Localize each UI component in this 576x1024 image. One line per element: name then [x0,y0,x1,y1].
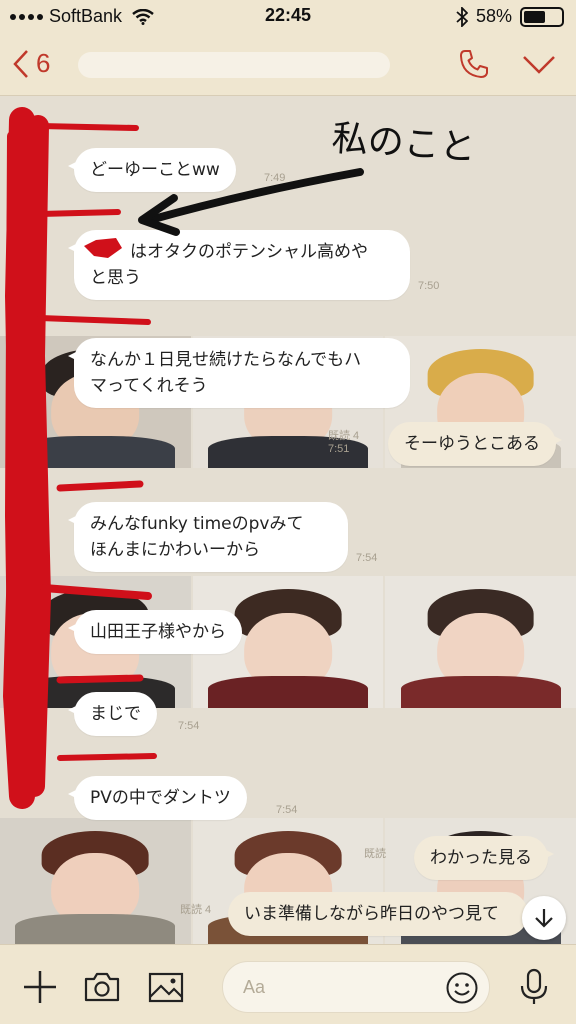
message-bubble[interactable]: わかった見る [414,836,554,880]
message-bubble[interactable]: そーゆうとこある [388,422,562,466]
camera-icon[interactable] [82,967,122,1007]
message-text: いま準備しながら昨日のやつ見て [244,904,499,924]
phone-icon[interactable] [458,48,490,80]
message-time: 7:50 [418,280,440,292]
arrow-down-icon [535,909,553,928]
message-text: どーゆーことww [90,160,220,180]
input-bar [0,944,576,1024]
image-icon[interactable] [146,967,186,1007]
message-bubble[interactable]: 山田王子様やから [68,610,242,654]
unread-count: 6 [36,48,51,78]
message-text-line: はオタクのポテンシャル高めや [130,242,368,262]
chat-area[interactable]: どーゆーことww 7:49 はオタクのポテンシャル高めや と思う 7:50 なん… [0,96,576,944]
sticker-photo [0,818,191,944]
status-bar: SoftBank 22:45 58% [0,0,576,34]
handwritten-annotation: 私のこと [330,118,478,169]
message-time: 7:54 [178,720,200,732]
plus-icon[interactable] [20,967,60,1007]
message-text-line: マってくれそう [90,376,208,396]
chevron-down-icon[interactable] [522,54,556,76]
status-right: 58% [456,6,564,27]
message-time: 7:54 [356,552,378,564]
battery-fill [524,10,545,23]
emoji-icon[interactable] [445,971,479,1005]
message-text-line: なんか１日見せ続けたらなんでもハ [90,350,362,370]
battery-percent: 58% [475,6,512,26]
message-text: そーゆうとこある [404,434,540,454]
message-bubble[interactable]: PVの中でダントツ [68,776,247,820]
message-text: わかった見る [430,848,532,868]
message-time: 7:54 [276,804,298,816]
sticker-photo [385,576,576,708]
back-chevron-icon [13,49,28,78]
chat-header: 6 [0,34,576,96]
read-receipt: 既読 4 [180,904,212,916]
message-text: PVの中でダントツ [90,788,231,808]
read-receipt: 既読 4 7:51 [328,430,360,455]
message-text-line: ほんまにかわいーから [90,540,260,560]
message-text: まじで [90,704,141,724]
message-bubble[interactable]: はオタクのポテンシャル高めや と思う [68,230,410,300]
message-bubble[interactable]: どーゆーことww [68,148,236,192]
back-button[interactable]: 6 [12,48,50,79]
message-input[interactable] [243,962,443,1012]
read-receipt: 既読 [364,848,386,860]
contact-name-redacted [78,52,390,78]
message-time: 7:49 [264,172,286,184]
battery-icon [520,6,564,27]
message-text-line: と思う [90,268,141,288]
microphone-icon[interactable] [514,967,554,1007]
message-bubble[interactable]: いま準備しながら昨日のやつ見て [228,892,528,936]
scroll-down-button[interactable] [522,896,566,940]
bluetooth-icon [456,6,468,27]
message-text: 山田王子様やから [90,622,226,642]
message-bubble[interactable]: なんか１日見せ続けたらなんでもハ マってくれそう [68,338,410,408]
message-bubble[interactable]: まじで [68,692,157,736]
message-text-line: みんなfunky timeのpvみて [90,514,304,534]
message-input-field[interactable] [222,961,490,1013]
message-bubble[interactable]: みんなfunky timeのpvみて ほんまにかわいーから [68,502,348,572]
